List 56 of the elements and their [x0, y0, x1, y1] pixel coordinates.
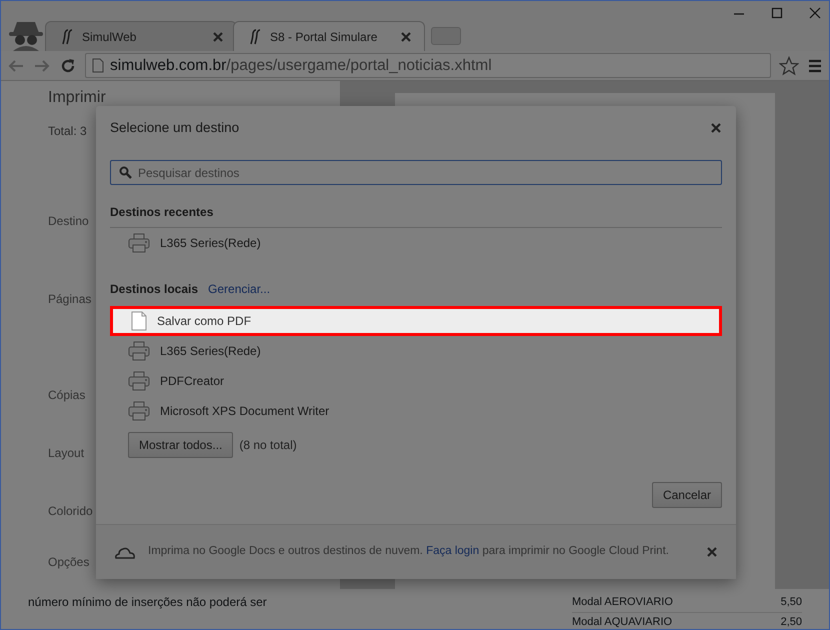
setting-label: Layout — [48, 445, 84, 462]
login-link[interactable]: Faça login — [426, 545, 480, 558]
printer-icon — [128, 371, 150, 392]
destination-item[interactable]: PDFCreator — [110, 366, 722, 396]
destination-item[interactable]: L365 Series(Rede) — [110, 336, 722, 366]
table-cell-text: 5,50 — [780, 595, 802, 610]
reload-icon[interactable] — [59, 56, 77, 74]
destination-item[interactable]: Microsoft XPS Document Writer — [110, 396, 722, 426]
address-bar[interactable]: simulweb.com.br/pages/usergame/portal_noticias.xhtml — [85, 53, 771, 78]
incognito-icon — [7, 19, 45, 51]
setting-label: Destino — [48, 213, 89, 230]
page-icon — [92, 58, 104, 73]
section-heading: Destinos recentes — [110, 204, 214, 222]
destination-name: L365 Series(Rede) — [160, 235, 261, 252]
table-cell-text: Modal AQUAVIARIO — [572, 614, 672, 629]
tab-title: SimulWeb — [82, 28, 138, 46]
close-icon[interactable] — [400, 30, 412, 42]
print-title: Imprimir — [48, 88, 106, 108]
close-icon[interactable] — [809, 7, 821, 19]
maximize-icon[interactable] — [771, 7, 783, 19]
table-cell-text: Modal AEROVIARIO — [572, 595, 673, 610]
cloud-icon — [114, 545, 136, 559]
tab-title: S8 - Portal Simulare — [270, 28, 378, 46]
printer-icon — [128, 341, 150, 362]
cancel-button[interactable]: Cancelar — [652, 482, 722, 508]
table-cell-text: 2,50 — [780, 614, 802, 629]
close-icon[interactable] — [212, 30, 224, 42]
dialog-title: Selecione um destino — [110, 119, 240, 137]
printer-icon — [128, 401, 150, 422]
destination-name: Salvar como PDF — [157, 313, 252, 330]
close-icon[interactable] — [706, 546, 718, 558]
destination-name: PDFCreator — [160, 373, 224, 390]
total-count: (8 no total) — [239, 437, 297, 454]
show-all-button[interactable]: Mostrar todos... — [128, 432, 234, 458]
cloud-print-notice: Imprima no Google Docs e outros destinos de nuvem. Faça login para imprimir no Google Cloud Print. — [148, 544, 670, 560]
address-text: simulweb.com.br/pages/usergame/portal_noticias.xhtml — [110, 56, 492, 76]
destination-name: Microsoft XPS Document Writer — [160, 403, 330, 420]
manage-link[interactable]: Gerenciar... — [208, 280, 270, 298]
printer-icon — [128, 233, 150, 254]
section-heading: Destinos locais — [110, 281, 198, 298]
document-icon — [131, 311, 147, 332]
destination-item[interactable]: Salvar como PDF — [110, 306, 722, 336]
setting-label: Páginas — [48, 291, 92, 308]
setting-label: Colorido — [48, 503, 93, 520]
close-icon[interactable] — [710, 122, 722, 134]
browser-tab[interactable]: S8 - Portal Simulare — [233, 21, 425, 51]
page-total: Total: 3 — [48, 123, 87, 140]
star-icon[interactable] — [779, 56, 799, 76]
destination-name: L365 Series(Rede) — [160, 343, 261, 360]
destination-item[interactable]: L365 Series(Rede) — [110, 228, 722, 258]
setting-label: Cópias — [48, 387, 86, 404]
paragraph-text: número mínimo de inserções não poderá ser — [28, 594, 267, 611]
menu-icon[interactable] — [807, 58, 823, 74]
browser-tab[interactable]: SimulWeb — [45, 21, 237, 51]
setting-label: Opções — [48, 554, 90, 571]
search-field[interactable]: Pesquisar destinos — [110, 160, 722, 186]
